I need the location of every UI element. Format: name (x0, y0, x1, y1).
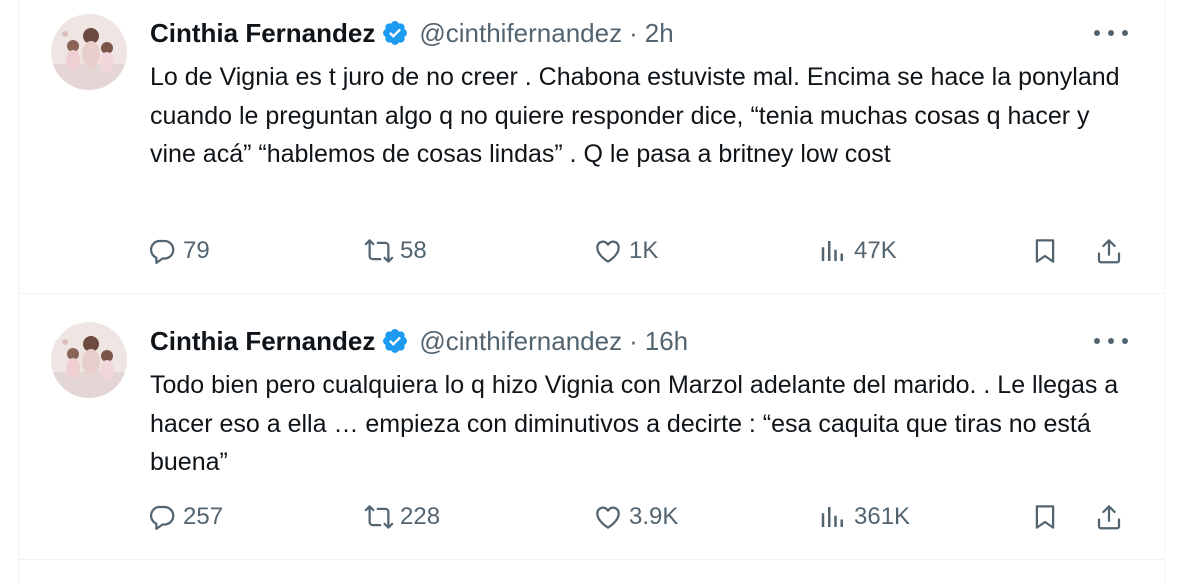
like-icon (593, 236, 623, 266)
verified-badge-icon (381, 19, 409, 47)
reply-count: 79 (183, 237, 210, 264)
views-icon (818, 236, 848, 266)
retweet-icon (364, 502, 394, 532)
retweet-icon (364, 236, 394, 266)
retweet-count: 58 (400, 237, 427, 264)
like-button[interactable]: 3.9K (593, 502, 818, 532)
share-button[interactable] (1094, 502, 1130, 532)
separator: · (629, 325, 638, 356)
reply-button[interactable]: 79 (147, 236, 364, 266)
reply-button[interactable]: 257 (147, 502, 364, 532)
timestamp[interactable]: 16h (645, 326, 688, 357)
reply-icon (147, 236, 177, 266)
avatar-image (51, 14, 127, 90)
avatar[interactable] (51, 322, 127, 398)
more-icon[interactable] (1094, 22, 1128, 44)
tweet-text: Lo de Vignia es t juro de no creer . Cha… (150, 63, 1120, 168)
more-icon[interactable] (1094, 330, 1128, 352)
author-handle[interactable]: @cinthifernandez (419, 18, 622, 49)
avatar-image (51, 322, 127, 398)
timeline: Cinthia Fernandez @cinthifernandez · 2h … (18, 0, 1165, 584)
author-handle[interactable]: @cinthifernandez (419, 326, 622, 357)
share-icon (1094, 502, 1124, 532)
views-button[interactable]: 47K (818, 236, 1018, 266)
action-bar: 79 58 1K 47K (147, 234, 1130, 268)
tweet-header: Cinthia Fernandez @cinthifernandez · 16h (150, 322, 688, 360)
bookmark-button[interactable] (1030, 236, 1066, 266)
retweet-count: 228 (400, 503, 441, 530)
right-actions (1030, 502, 1130, 532)
tweet[interactable]: Cinthia Fernandez @cinthifernandez · 2h … (19, 0, 1164, 294)
like-count: 3.9K (629, 503, 679, 530)
views-button[interactable]: 361K (818, 502, 1018, 532)
tweet[interactable]: Cinthia Fernandez @cinthifernandez · 16h… (19, 294, 1164, 560)
view-count: 361K (854, 503, 911, 530)
reply-count: 257 (183, 503, 224, 530)
action-bar: 257 228 3.9K 361K (147, 500, 1130, 534)
timestamp[interactable]: 2h (645, 18, 674, 49)
like-icon (593, 502, 623, 532)
author-name[interactable]: Cinthia Fernandez (150, 326, 375, 357)
retweet-button[interactable]: 58 (364, 236, 593, 266)
bookmark-icon (1030, 502, 1060, 532)
like-count: 1K (629, 237, 659, 264)
view-count: 47K (854, 237, 897, 264)
tweet-header: Cinthia Fernandez @cinthifernandez · 2h (150, 14, 674, 52)
right-actions (1030, 236, 1130, 266)
like-button[interactable]: 1K (593, 236, 818, 266)
bookmark-button[interactable] (1030, 502, 1066, 532)
share-icon (1094, 236, 1124, 266)
separator: · (629, 17, 638, 48)
author-name[interactable]: Cinthia Fernandez (150, 18, 375, 49)
share-button[interactable] (1094, 236, 1130, 266)
retweet-button[interactable]: 228 (364, 502, 593, 532)
bookmark-icon (1030, 236, 1060, 266)
verified-badge-icon (381, 327, 409, 355)
tweet-text: Todo bien pero cualquiera lo q hizo Vign… (150, 371, 1119, 476)
views-icon (818, 502, 848, 532)
reply-icon (147, 502, 177, 532)
avatar[interactable] (51, 14, 127, 90)
